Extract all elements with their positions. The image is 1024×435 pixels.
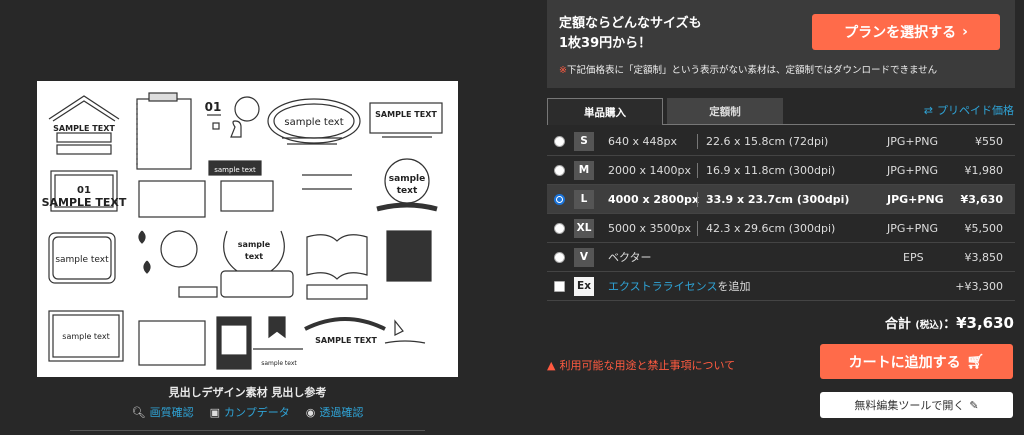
preview-text-3: 01 xyxy=(77,185,91,196)
select-plan-button[interactable]: プランを選択する › xyxy=(812,14,1000,50)
preview-text-13: sample text xyxy=(62,332,109,341)
add-to-cart-button[interactable]: カートに追加する 🛒︎ xyxy=(820,344,1013,379)
quality-check-link[interactable]: 🔍︎ 画質確認 xyxy=(132,404,194,420)
price: ¥3,630 xyxy=(960,192,1003,206)
preview-text-7: sample text xyxy=(214,166,256,174)
preview-text-10: sample text xyxy=(55,255,109,265)
size-badge: M xyxy=(574,160,594,180)
tab-underline xyxy=(663,124,1015,125)
file-format: EPS xyxy=(903,250,924,264)
preview-text-2: SAMPLE TEXT xyxy=(42,196,127,209)
size-radio-l[interactable] xyxy=(554,193,565,205)
preview-image[interactable]: SAMPLE TEXT SAMPLE TEXT 01 01 sample tex… xyxy=(37,81,458,377)
pixel-size: 5000 x 3500px xyxy=(608,221,691,235)
eye-icon: ◉ xyxy=(305,405,316,419)
price: ¥1,980 xyxy=(964,163,1004,177)
image-actions: 🔍︎ 画質確認 ▣ カンプデータ ◉ 透過確認 xyxy=(37,404,458,420)
size-badge: V xyxy=(574,247,594,267)
size-option-xl[interactable]: XL 5000 x 3500px 42.3 x 29.6cm (300dpi) … xyxy=(547,214,1015,243)
pixel-size: 640 x 448px xyxy=(608,134,677,148)
print-size: 22.6 x 15.8cm (72dpi) xyxy=(697,133,828,149)
size-radio-xl[interactable] xyxy=(554,222,565,234)
preview-text-12: text xyxy=(245,252,263,261)
preview-text-15: sample text xyxy=(261,360,297,367)
extra-license-text: エクストラライセンスを追加 xyxy=(608,280,751,293)
pixel-size: 4000 x 2800px xyxy=(608,192,699,206)
print-size: 33.9 x 23.7cm (300dpi) xyxy=(697,191,849,207)
total-price: 合計 (税込)：¥3,630 xyxy=(884,314,1014,332)
size-badge: L xyxy=(574,189,594,209)
comp-data-link[interactable]: ▣ カンプデータ xyxy=(210,404,290,420)
print-size: 16.9 x 11.8cm (300dpi) xyxy=(697,162,835,178)
size-option-s[interactable]: S 640 x 448px 22.6 x 15.8cm (72dpi) JPG+… xyxy=(547,127,1015,156)
usage-restrictions-link[interactable]: ▲ 利用可能な用途と禁止事項について xyxy=(547,357,735,373)
divider xyxy=(70,430,425,431)
print-size: 42.3 x 29.6cm (300dpi) xyxy=(697,220,835,236)
image-icon: ▣ xyxy=(209,405,221,419)
extra-license-option[interactable]: Ex エクストラライセンスを追加 +¥3,300 xyxy=(547,272,1015,301)
file-format: JPG+PNG xyxy=(887,192,944,206)
price: ¥550 xyxy=(975,134,1003,148)
promo-text: 定額ならどんなサイズも 1枚39円から！ xyxy=(559,16,702,51)
open-in-editor-button[interactable]: 無料編集ツールで開く ✎ xyxy=(820,392,1013,418)
extra-license-link[interactable]: エクストラライセンス xyxy=(608,280,717,293)
file-format: JPG+PNG xyxy=(887,134,939,148)
preview-text-8: sample xyxy=(389,174,425,184)
transparency-check-link[interactable]: ◉ 透過確認 xyxy=(306,404,364,420)
file-format: JPG+PNG xyxy=(887,163,939,177)
size-option-m[interactable]: M 2000 x 1400px 16.9 x 11.8cm (300dpi) J… xyxy=(547,156,1015,185)
preview-text-9: text xyxy=(397,186,418,196)
pencil-icon: ✎ xyxy=(969,398,979,412)
preview-text-1: SAMPLE TEXT xyxy=(53,124,115,133)
price: +¥3,300 xyxy=(955,279,1003,293)
subscription-notice: ※下記価格表に「定額制」という表示がない素材は、定額制ではダウンロードできません xyxy=(559,65,938,76)
preview-text-11: sample xyxy=(238,240,271,249)
price: ¥5,500 xyxy=(964,221,1004,235)
swap-icon: ⇄ xyxy=(923,103,933,117)
zoom-icon: 🔍︎ xyxy=(131,405,146,419)
size-badge: XL xyxy=(574,218,594,238)
price-table: S 640 x 448px 22.6 x 15.8cm (72dpi) JPG+… xyxy=(547,127,1015,301)
warning-icon: ▲ xyxy=(547,358,556,372)
size-radio-m[interactable] xyxy=(554,164,565,176)
tab-subscription[interactable]: 定額制 xyxy=(667,98,783,125)
price: ¥3,850 xyxy=(964,250,1004,264)
file-format: JPG+PNG xyxy=(887,221,939,235)
size-option-l[interactable]: L 4000 x 2800px 33.9 x 23.7cm (300dpi) J… xyxy=(547,185,1015,214)
size-badge: S xyxy=(574,131,594,151)
chevron-right-icon: › xyxy=(962,24,968,40)
vector-label: ベクター xyxy=(608,251,652,264)
tab-single-purchase[interactable]: 単品購入 xyxy=(547,98,663,125)
size-radio-vector[interactable] xyxy=(554,251,565,263)
image-caption: 見出しデザイン素材 見出し参考 xyxy=(168,386,327,399)
pixel-size: 2000 x 1400px xyxy=(608,163,691,177)
extra-license-checkbox[interactable] xyxy=(554,280,565,292)
prepaid-price-toggle[interactable]: ⇄ プリペイド価格 xyxy=(924,102,1014,118)
cart-icon: 🛒︎ xyxy=(966,353,985,370)
size-radio-s[interactable] xyxy=(554,135,565,147)
preview-artwork: SAMPLE TEXT SAMPLE TEXT 01 01 sample tex… xyxy=(42,92,443,370)
preview-text-4: 01 xyxy=(205,100,222,114)
subscription-promo: 定額ならどんなサイズも 1枚39円から！ プランを選択する › ※下記価格表に「… xyxy=(547,0,1015,88)
preview-text-14: SAMPLE TEXT xyxy=(315,336,377,345)
preview-text-6: SAMPLE TEXT xyxy=(375,110,437,119)
size-badge: Ex xyxy=(574,276,594,296)
preview-text-5: sample text xyxy=(284,117,343,128)
size-option-vector[interactable]: V ベクター EPS ¥3,850 xyxy=(547,243,1015,272)
